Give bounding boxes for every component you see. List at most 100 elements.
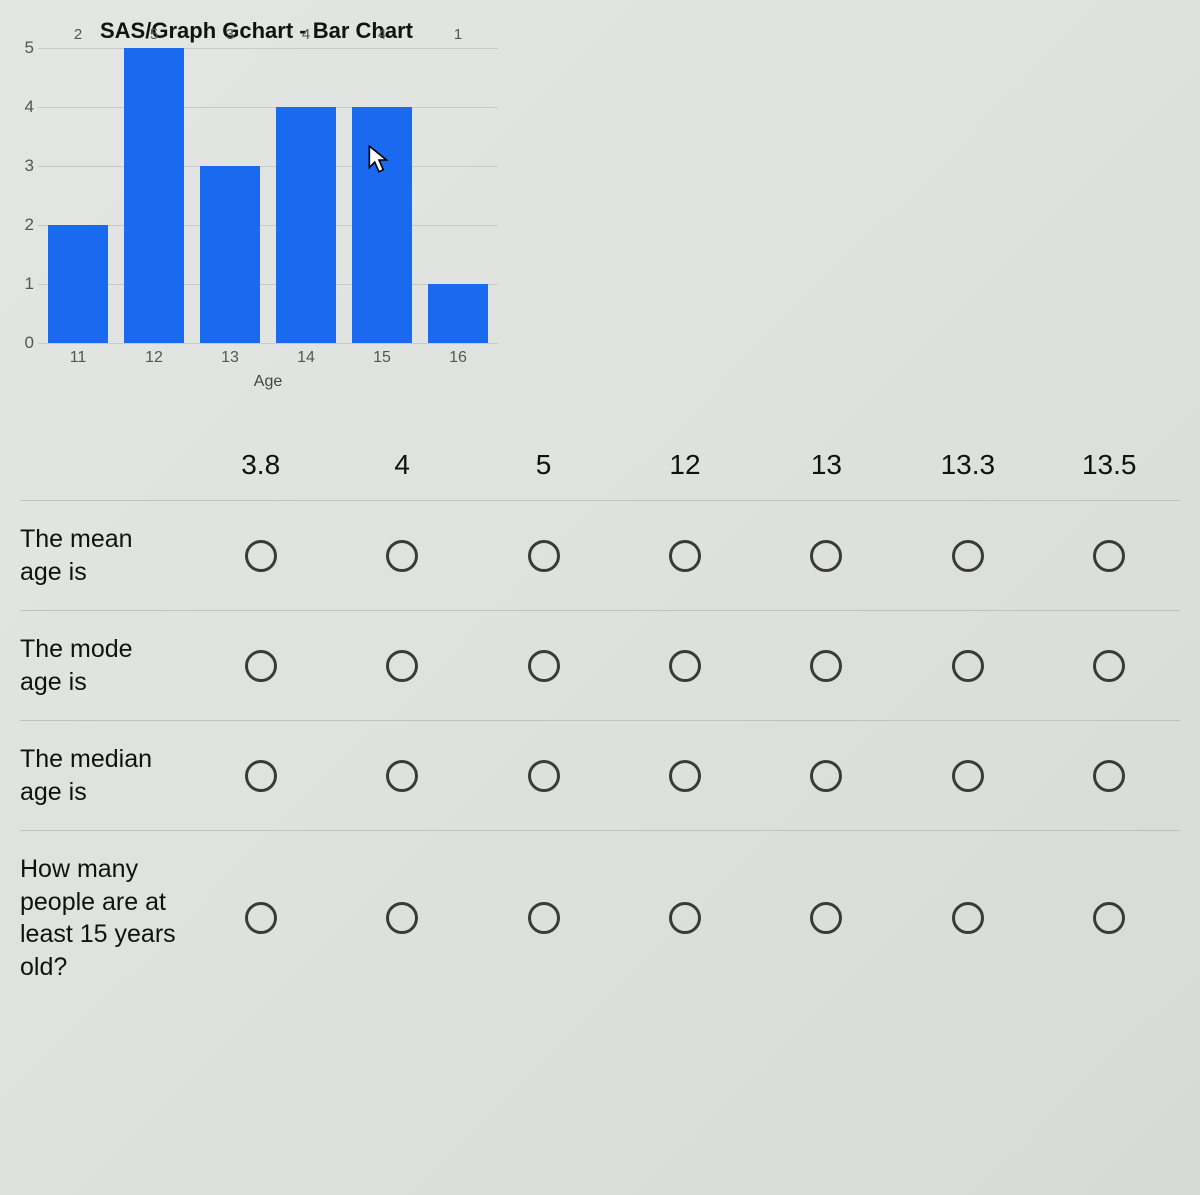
chart-y-tick: 4 [16,97,34,117]
matrix-column-header: 5 [473,449,614,481]
matrix-row-label: How many people are at least 15 years ol… [20,853,190,983]
radio-button[interactable] [952,760,984,792]
radio-button[interactable] [952,540,984,572]
radio-button[interactable] [810,540,842,572]
radio-button[interactable] [386,540,418,572]
matrix-option-cell [614,902,755,934]
chart-y-tick: 2 [16,215,34,235]
matrix-row-label: The mode age is [20,633,190,698]
chart-x-tick: 16 [428,349,488,367]
matrix-option-cell [897,650,1038,682]
chart-x-tick: 11 [48,349,108,367]
radio-button[interactable] [810,902,842,934]
chart-y-tick: 1 [16,274,34,294]
radio-button[interactable] [669,650,701,682]
matrix-row: The mean age is [20,500,1180,610]
matrix-option-cell [190,540,331,572]
chart-bar [124,48,184,343]
chart-bar-value-label: 5 [124,26,184,48]
matrix-option-cell [1039,760,1180,792]
chart-x-tick: 13 [200,349,260,367]
matrix-option-cell [756,650,897,682]
matrix-option-cell [897,902,1038,934]
radio-button[interactable] [528,902,560,934]
matrix-option-cell [473,760,614,792]
matrix-option-cell [614,760,755,792]
chart-x-tick: 14 [276,349,336,367]
chart-bar [428,284,488,343]
radio-button[interactable] [528,650,560,682]
matrix-column-header: 13.3 [897,449,1038,481]
matrix-column-header: 4 [331,449,472,481]
matrix-option-cell [473,540,614,572]
radio-button[interactable] [810,760,842,792]
radio-button[interactable] [528,540,560,572]
matrix-row: How many people are at least 15 years ol… [20,830,1180,1005]
matrix-option-cell [331,540,472,572]
matrix-column-header: 13 [756,449,897,481]
matrix-option-cell [331,902,472,934]
radio-button[interactable] [245,760,277,792]
matrix-row: The mode age is [20,610,1180,720]
chart-bar [352,107,412,343]
radio-button[interactable] [952,902,984,934]
matrix-row-label: The mean age is [20,523,190,588]
matrix-option-cell [756,902,897,934]
chart-x-tick: 12 [124,349,184,367]
chart-bar [200,166,260,343]
matrix-option-cell [190,650,331,682]
radio-button[interactable] [1093,540,1125,572]
matrix-column-header: 3.8 [190,449,331,481]
matrix-option-cell [614,540,755,572]
question-matrix: 3.845121313.313.5 The mean age is The mod… [20,430,1180,1005]
chart-x-tick: 15 [352,349,412,367]
radio-button[interactable] [810,650,842,682]
radio-button[interactable] [1093,650,1125,682]
chart-bar-value-label: 1 [428,26,488,284]
matrix-option-cell [756,540,897,572]
radio-button[interactable] [386,902,418,934]
matrix-option-cell [190,760,331,792]
radio-button[interactable] [528,760,560,792]
matrix-option-cell [1039,902,1180,934]
chart-bar-value-label: 2 [48,26,108,225]
matrix-option-cell [897,540,1038,572]
radio-button[interactable] [386,650,418,682]
matrix-column-header: 13.5 [1039,449,1180,481]
bar-chart: SAS/Graph Gchart - Bar Chart Age 0123452… [10,8,500,398]
radio-button[interactable] [952,650,984,682]
matrix-option-cell [614,650,755,682]
radio-button[interactable] [1093,902,1125,934]
chart-bar-value-label: 4 [352,26,412,107]
matrix-column-header: 12 [614,449,755,481]
radio-button[interactable] [245,540,277,572]
radio-button[interactable] [245,650,277,682]
chart-gridline [38,343,498,344]
matrix-option-cell [1039,650,1180,682]
radio-button[interactable] [1093,760,1125,792]
radio-button[interactable] [669,540,701,572]
matrix-row-label: The median age is [20,743,190,808]
chart-bar-value-label: 4 [276,26,336,107]
chart-plot-area: Age 012345211512313414415116 [38,48,498,343]
matrix-option-cell [331,760,472,792]
matrix-header-row: 3.845121313.313.5 [20,430,1180,500]
matrix-option-cell [897,760,1038,792]
chart-bar-value-label: 3 [200,26,260,166]
matrix-option-cell [473,650,614,682]
chart-y-tick: 5 [16,38,34,58]
radio-button[interactable] [669,902,701,934]
chart-y-tick: 3 [16,156,34,176]
chart-y-tick: 0 [16,333,34,353]
matrix-row: The median age is [20,720,1180,830]
radio-button[interactable] [245,902,277,934]
matrix-option-cell [473,902,614,934]
matrix-option-cell [756,760,897,792]
matrix-option-cell [1039,540,1180,572]
matrix-option-cell [190,902,331,934]
chart-x-axis-label: Age [38,373,498,391]
radio-button[interactable] [386,760,418,792]
chart-bar [276,107,336,343]
chart-bar [48,225,108,343]
radio-button[interactable] [669,760,701,792]
